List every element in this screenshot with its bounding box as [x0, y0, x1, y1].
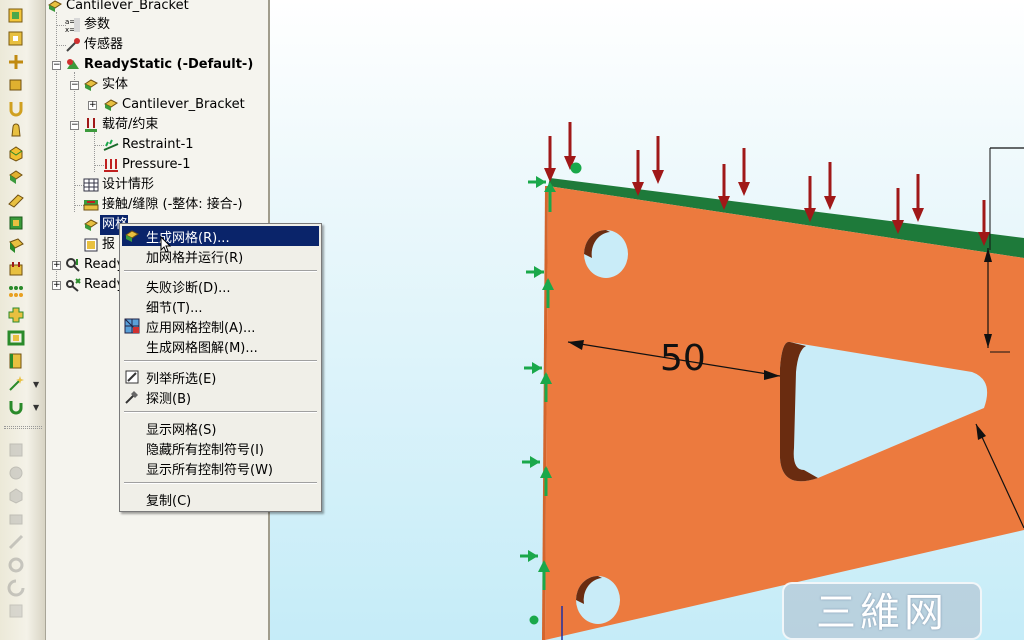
tree-item-parameters[interactable]: a= x= 参数 [64, 15, 110, 35]
disabled-tool-icon [6, 532, 26, 552]
disabled-tool-icon [6, 440, 26, 460]
tree-item-report[interactable]: 报 [82, 235, 115, 255]
spring-icon[interactable] [6, 397, 26, 417]
tree-item-study-3[interactable]: Ready [64, 275, 124, 295]
part-icon [46, 0, 64, 15]
probe-icon [123, 388, 141, 406]
toolbar-separator [4, 426, 42, 429]
chevron-down-icon[interactable]: ▼ [33, 380, 39, 389]
tree-item-study-2[interactable]: Ready [64, 255, 124, 275]
parameters-icon: a= x= [64, 16, 82, 34]
magnet-icon[interactable] [6, 98, 26, 118]
fixture-icon[interactable] [6, 213, 26, 233]
menu-item-hide-control-symbols[interactable]: 隐藏所有控制符号(I) [122, 438, 319, 458]
menu-item-create-mesh[interactable]: 生成网格(R)... [122, 226, 319, 246]
tree-item-contact[interactable]: 接触/缝隙 (-整体: 接合-) [82, 195, 243, 215]
tree-item-restraint[interactable]: Restraint-1 [102, 135, 194, 155]
chevron-down-icon[interactable]: ▼ [33, 403, 39, 412]
menu-separator [124, 360, 317, 362]
beam-icon[interactable] [6, 190, 26, 210]
menu-item-copy[interactable]: 复制(C) [122, 489, 319, 509]
expand-toggle[interactable]: + [52, 281, 61, 290]
wand-icon[interactable] [6, 374, 26, 394]
menu-separator [124, 482, 317, 484]
disabled-tool-icon [6, 463, 26, 483]
tree-item-root[interactable]: Cantilever_Bracket [46, 0, 189, 16]
pressure-icon [102, 156, 120, 174]
shell-icon[interactable] [6, 167, 26, 187]
mesh-icon [82, 216, 100, 234]
tree-item-design-scenario[interactable]: 设计情形 [82, 175, 154, 195]
menu-item-probe[interactable]: 探测(B) [122, 387, 319, 407]
mesh-context-menu: 生成网格(R)... 加网格并运行(R) 失败诊断(D)... 细节(T)...… [119, 223, 322, 512]
study-icon [64, 276, 82, 294]
study-icon [64, 56, 82, 74]
simulation-toolbar: ▼ ▼ [0, 0, 46, 640]
disabled-tool-icon [6, 601, 26, 621]
solid-bodies-icon [82, 76, 100, 94]
bolt-icon[interactable] [6, 75, 26, 95]
menu-separator [124, 270, 317, 272]
solid-icon[interactable] [6, 144, 26, 164]
menu-item-details[interactable]: 细节(T)... [122, 296, 319, 316]
expand-toggle[interactable]: + [88, 101, 97, 110]
design-scenario-icon [82, 176, 100, 194]
menu-item-show-mesh[interactable]: 显示网格(S) [122, 418, 319, 438]
watermark-logo: 三維网 [782, 582, 982, 640]
restraint-icon [102, 136, 120, 154]
expand-toggle[interactable]: + [52, 261, 61, 270]
dimension-label[interactable]: 50 [660, 338, 706, 379]
study-icon[interactable] [6, 6, 26, 26]
tree-item-loads[interactable]: 载荷/约束 [82, 115, 158, 135]
cross-icon[interactable] [6, 305, 26, 325]
study-icon [64, 256, 82, 274]
bracket-model [520, 122, 1024, 640]
frame-icon[interactable] [6, 328, 26, 348]
menu-item-failure-diagnostics[interactable]: 失败诊断(D)... [122, 276, 319, 296]
menu-item-show-control-symbols[interactable]: 显示所有控制符号(W) [122, 458, 319, 478]
mesh-create-icon [123, 227, 141, 245]
menu-separator [124, 411, 317, 413]
pattern-icon[interactable] [6, 282, 26, 302]
menu-item-apply-mesh-control[interactable]: 应用网格控制(A)... [122, 316, 319, 336]
collapse-toggle[interactable]: − [70, 121, 79, 130]
tree-item-pressure[interactable]: Pressure-1 [102, 155, 190, 175]
loads-icon [82, 116, 100, 134]
disabled-tool-icon [6, 578, 26, 598]
tree-item-body[interactable]: Cantilever_Bracket [102, 95, 245, 115]
menu-item-mesh-plot[interactable]: 生成网格图解(M)... [122, 336, 319, 356]
book-icon[interactable] [6, 351, 26, 371]
report-icon [82, 236, 100, 254]
mouse-cursor-icon [160, 236, 172, 253]
collapse-toggle[interactable]: − [52, 61, 61, 70]
bell-icon[interactable] [6, 121, 26, 141]
tree-item-sensors[interactable]: 传感器 [64, 35, 123, 55]
graphics-viewport[interactable]: 50 三維网 [270, 0, 1024, 640]
mesh-control-icon [123, 317, 141, 335]
menu-item-list-selected[interactable]: 列举所选(E) [122, 367, 319, 387]
part-icon[interactable] [6, 29, 26, 49]
disabled-tool-icon [6, 509, 26, 529]
tree-item-solid-bodies[interactable]: 实体 [82, 75, 128, 95]
mesh-control-icon[interactable] [6, 259, 26, 279]
sensor-icon [64, 36, 82, 54]
disabled-tool-icon [6, 486, 26, 506]
connector-icon[interactable] [6, 52, 26, 72]
svg-text:a=: a= [65, 18, 75, 26]
disabled-tool-icon [6, 555, 26, 575]
contact-icon [82, 196, 100, 214]
load-icon[interactable] [6, 236, 26, 256]
menu-item-mesh-and-run[interactable]: 加网格并运行(R) [122, 246, 319, 266]
part-icon [102, 96, 120, 114]
tree-item-study[interactable]: ReadyStatic (-Default-) [64, 55, 253, 75]
list-selected-icon [123, 368, 141, 386]
collapse-toggle[interactable]: − [70, 81, 79, 90]
svg-text:x=: x= [65, 26, 75, 34]
